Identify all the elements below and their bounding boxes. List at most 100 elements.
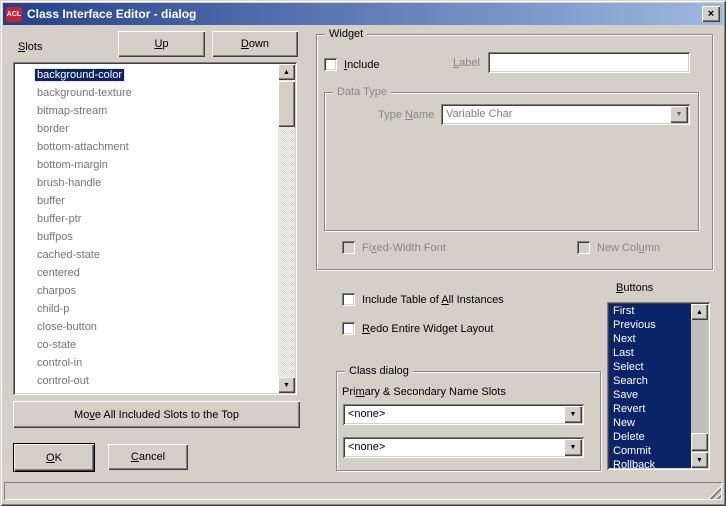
down-button-label: Down — [241, 38, 269, 50]
label-input[interactable] — [488, 52, 690, 73]
widget-group-label: Widget — [325, 27, 367, 41]
redo-layout-label: Redo Entire Widget Layout — [362, 323, 493, 335]
chevron-down-icon: ▼ — [570, 444, 577, 451]
list-item[interactable]: centered — [15, 264, 278, 282]
list-item-label: buffpos — [35, 231, 75, 243]
down-button[interactable]: Down — [212, 31, 298, 57]
close-button[interactable]: × — [702, 6, 720, 22]
list-item-label: charpos — [35, 285, 78, 297]
list-item[interactable]: brush-handle — [15, 174, 278, 192]
list-item[interactable]: First — [609, 304, 691, 318]
list-item[interactable]: buffer — [15, 192, 278, 210]
list-item[interactable]: Delete — [609, 430, 691, 444]
list-item[interactable]: Save — [609, 388, 691, 402]
slots-scrollbar[interactable]: ▲ ▼ — [278, 64, 295, 393]
list-item-label: border — [35, 123, 71, 135]
list-item[interactable]: buffer-ptr — [15, 210, 278, 228]
app-icon: ACL — [6, 7, 22, 22]
chevron-down-icon: ▼ — [570, 411, 577, 418]
list-item[interactable]: Commit — [609, 444, 691, 458]
type-name-label: Type Name — [378, 109, 434, 121]
buttons-label: Buttons — [616, 282, 653, 294]
checkbox-icon — [342, 293, 355, 306]
screenshot-root: ACL Class Interface Editor - dialog × Sl… — [0, 0, 726, 506]
up-button[interactable]: Up — [118, 31, 205, 57]
list-item[interactable]: charpos — [15, 282, 278, 300]
move-all-button-label: Move All Included Slots to the Top — [74, 409, 239, 421]
list-item[interactable]: bottom-attachment — [15, 138, 278, 156]
buttons-listbox[interactable]: FirstPreviousNextLastSelectSearchSaveRev… — [607, 302, 710, 470]
scroll-down-button[interactable]: ▼ — [278, 377, 295, 393]
fixed-width-font-label: Fixed-Width Font — [362, 242, 446, 254]
scroll-up-button[interactable]: ▲ — [278, 64, 295, 80]
list-item[interactable]: Last — [609, 346, 691, 360]
up-button-label: Up — [154, 38, 168, 50]
cancel-button[interactable]: Cancel — [108, 444, 188, 470]
slots-listbox[interactable]: background-color background-texture bitmap… — [13, 62, 297, 395]
status-bar — [4, 482, 722, 500]
list-item-label: Delete — [613, 431, 645, 443]
chevron-down-icon: ▼ — [676, 111, 683, 118]
checkbox-icon — [577, 241, 590, 254]
list-item[interactable]: background-texture — [15, 84, 278, 102]
list-item-label: child-p — [35, 303, 71, 315]
class-interface-editor-dialog: ACL Class Interface Editor - dialog × Sl… — [0, 0, 726, 506]
data-type-group-label: Data Type — [333, 85, 391, 99]
list-item[interactable]: Revert — [609, 402, 691, 416]
checkbox-icon — [342, 241, 355, 254]
list-item[interactable]: Previous — [609, 318, 691, 332]
primary-name-slot-value: <none> — [348, 404, 385, 425]
list-item[interactable]: child-p — [15, 300, 278, 318]
list-item-label: co-state — [35, 339, 78, 351]
list-item[interactable]: bottom-margin — [15, 156, 278, 174]
list-item[interactable]: Next — [609, 332, 691, 346]
include-checkbox[interactable]: Include — [324, 58, 379, 71]
list-item[interactable]: Rollback — [609, 458, 691, 468]
list-item[interactable]: cached-state — [15, 246, 278, 264]
scroll-down-button[interactable]: ▼ — [691, 452, 708, 468]
list-item[interactable]: close-button — [15, 318, 278, 336]
scrollbar-thumb[interactable] — [691, 433, 708, 451]
list-item[interactable]: control-out — [15, 372, 278, 390]
up-arrow-icon: ▲ — [696, 309, 703, 316]
scrollbar-thumb[interactable] — [278, 81, 295, 127]
secondary-name-slot-dropdown-button[interactable]: ▼ — [564, 439, 582, 456]
list-item-label: New — [613, 417, 635, 429]
include-table-checkbox[interactable]: Include Table of All Instances — [342, 293, 504, 306]
window-title: Class Interface Editor - dialog — [27, 7, 702, 21]
redo-layout-checkbox[interactable]: Redo Entire Widget Layout — [342, 322, 493, 335]
primary-name-slot-dropdown-button[interactable]: ▼ — [564, 406, 582, 423]
list-item[interactable]: co-state — [15, 336, 278, 354]
buttons-list-items: FirstPreviousNextLastSelectSearchSaveRev… — [609, 304, 691, 468]
list-item[interactable]: background-color — [15, 66, 278, 84]
include-checkbox-label: Include — [344, 59, 379, 71]
title-bar[interactable]: ACL Class Interface Editor - dialog × — [3, 3, 723, 25]
down-arrow-icon: ▼ — [696, 457, 703, 464]
secondary-name-slot-combobox[interactable]: <none> ▼ — [343, 437, 584, 458]
list-item[interactable]: border — [15, 120, 278, 138]
ok-button[interactable]: OK — [13, 443, 95, 472]
list-item[interactable]: buffpos — [15, 228, 278, 246]
type-name-value: Variable Char — [446, 104, 512, 125]
move-all-button[interactable]: Move All Included Slots to the Top — [13, 401, 300, 428]
list-item[interactable]: bitmap-stream — [15, 102, 278, 120]
resize-grip-icon[interactable] — [706, 484, 721, 499]
up-arrow-icon: ▲ — [283, 69, 290, 76]
scroll-up-button[interactable]: ▲ — [691, 304, 708, 320]
buttons-scrollbar[interactable]: ▲ ▼ — [691, 304, 708, 468]
primary-name-slot-combobox[interactable]: <none> ▼ — [343, 404, 584, 425]
list-item[interactable]: Select — [609, 360, 691, 374]
list-item[interactable]: Search — [609, 374, 691, 388]
type-name-combobox: Variable Char ▼ — [441, 104, 690, 125]
list-item-label: control-in — [35, 357, 84, 369]
list-item[interactable]: New — [609, 416, 691, 430]
new-column-checkbox: New Column — [577, 241, 660, 254]
list-item-label: brush-handle — [35, 177, 103, 189]
list-item-label: First — [613, 305, 634, 317]
slots-list-items: background-color background-texture bitmap… — [15, 64, 278, 393]
new-column-label: New Column — [597, 242, 660, 254]
list-item-label: background-texture — [35, 87, 134, 99]
list-item-label: bottom-attachment — [35, 141, 131, 153]
cancel-button-label: Cancel — [131, 451, 165, 463]
list-item[interactable]: control-in — [15, 354, 278, 372]
